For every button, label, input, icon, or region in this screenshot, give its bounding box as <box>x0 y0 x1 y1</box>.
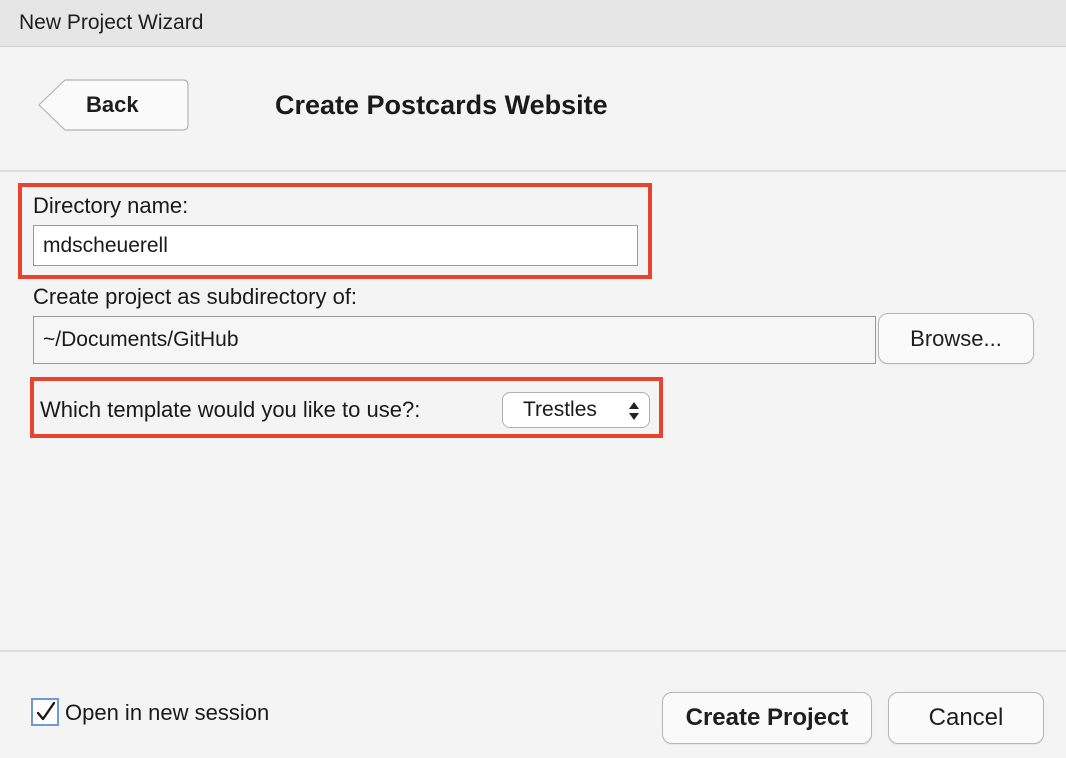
back-button[interactable]: Back <box>38 79 189 131</box>
new-project-wizard-window: New Project Wizard Back Create Postcards… <box>0 0 1066 758</box>
directory-name-input[interactable] <box>33 225 638 266</box>
create-project-button[interactable]: Create Project <box>662 692 872 744</box>
footer-divider <box>0 650 1066 652</box>
title-bar: New Project Wizard <box>0 0 1066 47</box>
page-title: Create Postcards Website <box>275 90 608 120</box>
subdirectory-label: Create project as subdirectory of: <box>33 284 358 309</box>
back-button-label: Back <box>86 92 139 117</box>
template-select[interactable]: Trestles <box>502 392 650 428</box>
window-title: New Project Wizard <box>19 11 204 34</box>
open-new-session-checkbox[interactable] <box>31 698 59 726</box>
template-label: Which template would you like to use?: <box>40 397 421 422</box>
template-select-value: Trestles <box>523 398 597 421</box>
open-new-session-label: Open in new session <box>65 700 270 725</box>
header-divider <box>0 170 1066 172</box>
cancel-button[interactable]: Cancel <box>888 692 1044 744</box>
checkmark-icon <box>36 701 56 721</box>
subdirectory-path-field[interactable] <box>33 316 876 364</box>
select-updown-icon <box>629 402 639 420</box>
directory-name-label: Directory name: <box>33 193 189 218</box>
browse-button[interactable]: Browse... <box>878 313 1034 364</box>
